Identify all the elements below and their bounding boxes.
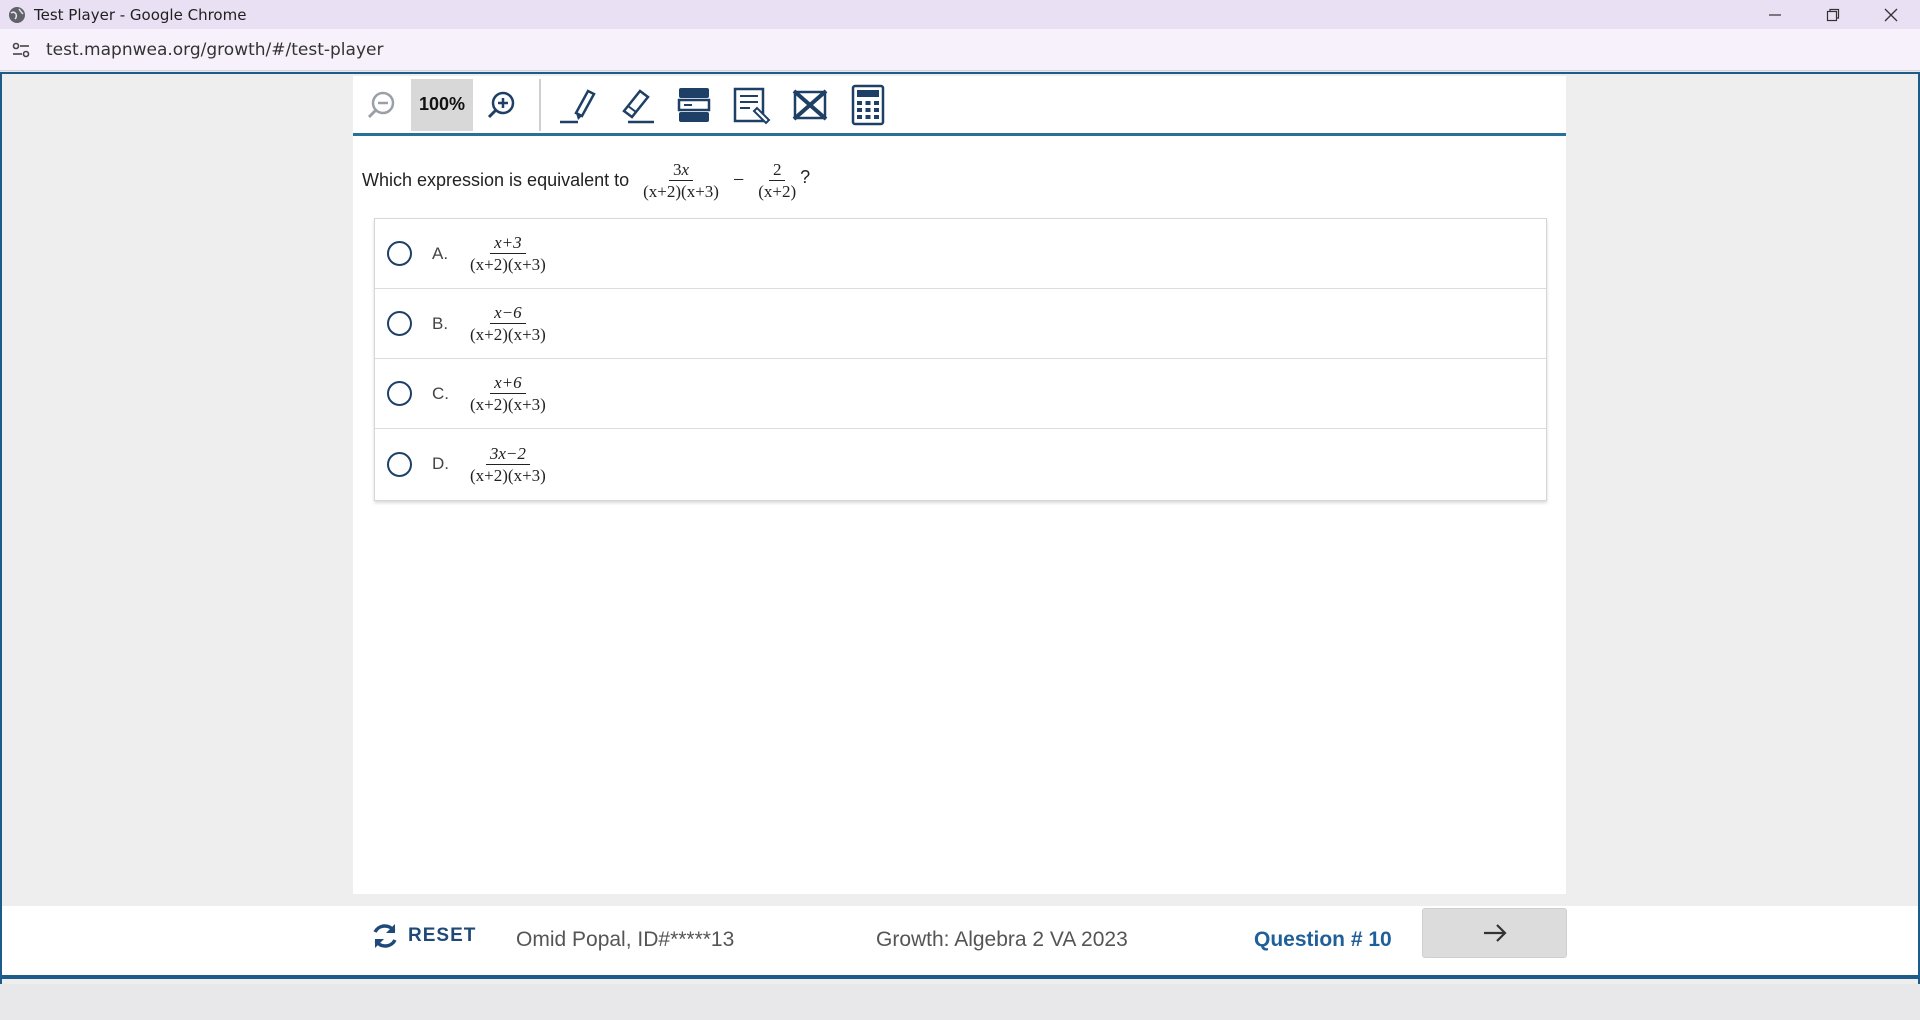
minimize-button[interactable] bbox=[1746, 0, 1804, 29]
choice-numerator: x+6 bbox=[490, 373, 526, 394]
highlighter-button[interactable] bbox=[549, 76, 607, 134]
radio-button[interactable] bbox=[387, 241, 412, 266]
url-text[interactable]: test.mapnwea.org/growth/#/test-player bbox=[46, 40, 383, 60]
radio-button[interactable] bbox=[387, 311, 412, 336]
choice-letter: A. bbox=[432, 243, 449, 263]
choice-denominator: (x+2)(x+3) bbox=[470, 325, 546, 344]
window-title: Test Player - Google Chrome bbox=[34, 5, 247, 24]
refresh-icon bbox=[373, 924, 397, 948]
next-button[interactable] bbox=[1422, 908, 1567, 958]
stem-fraction-2-numerator: 2 bbox=[768, 160, 786, 181]
student-info: Omid Popal, ID#*****13 bbox=[516, 928, 735, 951]
test-name: Growth: Algebra 2 VA 2023 bbox=[876, 928, 1128, 951]
calculator-icon bbox=[851, 84, 885, 125]
choice-fraction: x−6 (x+2)(x+3) bbox=[466, 303, 550, 344]
question-prompt: Which expression is equivalent to bbox=[362, 170, 630, 190]
arrow-right-icon bbox=[1483, 924, 1507, 942]
choice-a[interactable]: A. x+3 (x+2)(x+3) bbox=[375, 219, 1546, 289]
line-reader-button[interactable] bbox=[665, 76, 723, 134]
choice-b[interactable]: B. x−6 (x+2)(x+3) bbox=[375, 289, 1546, 359]
choice-numerator: x+3 bbox=[490, 233, 526, 254]
notepad-icon bbox=[733, 87, 771, 124]
tool-bar: 100% bbox=[353, 76, 1566, 136]
address-bar: test.mapnwea.org/growth/#/test-player bbox=[0, 29, 1920, 71]
choice-denominator: (x+2)(x+3) bbox=[470, 465, 546, 485]
globe-icon bbox=[9, 6, 25, 23]
choice-denominator: (x+2)(x+3) bbox=[470, 395, 546, 414]
zoom-in-icon bbox=[487, 91, 515, 118]
choice-c[interactable]: C. x+6 (x+2)(x+3) bbox=[375, 359, 1546, 429]
radio-button[interactable] bbox=[387, 381, 412, 406]
test-footer: RESET Omid Popal, ID#*****13 Growth: Alg… bbox=[2, 906, 1918, 979]
choice-numerator: 3x−2 bbox=[485, 444, 530, 465]
reset-button[interactable]: RESET bbox=[370, 921, 476, 951]
answer-eliminator-icon bbox=[792, 88, 828, 121]
choice-d[interactable]: D. 3x−2 (x+2)(x+3) bbox=[375, 429, 1546, 499]
site-settings-icon[interactable] bbox=[10, 39, 32, 61]
zoom-out-button[interactable] bbox=[353, 76, 411, 134]
stem-fraction-1: 3x (x+2)(x+3) bbox=[639, 160, 723, 201]
choice-fraction: x+3 (x+2)(x+3) bbox=[466, 233, 550, 274]
close-icon bbox=[1884, 8, 1898, 21]
line-reader-icon bbox=[677, 87, 711, 122]
question-stem: Which expression is equivalent to 3x (x+… bbox=[362, 160, 810, 201]
minus-operator: − bbox=[732, 169, 745, 191]
choice-letter: C. bbox=[432, 383, 449, 403]
choice-numerator: x−6 bbox=[490, 303, 526, 324]
stem-fraction-1-coef: 3 bbox=[673, 160, 682, 179]
reset-label: RESET bbox=[408, 925, 477, 946]
eraser-button[interactable] bbox=[607, 76, 665, 134]
restore-button[interactable] bbox=[1804, 0, 1862, 29]
answer-choices: A. x+3 (x+2)(x+3) B. x−6 (x+2)(x+3) C. x… bbox=[374, 218, 1547, 501]
close-window-button[interactable] bbox=[1862, 0, 1920, 29]
eraser-icon bbox=[622, 88, 654, 123]
zoom-out-icon bbox=[367, 91, 395, 118]
choice-fraction: 3x−2 (x+2)(x+3) bbox=[466, 444, 550, 485]
browser-title-bar: Test Player - Google Chrome bbox=[0, 0, 1920, 29]
zoom-in-button[interactable] bbox=[473, 76, 531, 134]
toolbar-divider bbox=[539, 78, 541, 131]
radio-button[interactable] bbox=[387, 451, 412, 477]
stem-fraction-1-denominator: (x+2)(x+3) bbox=[643, 182, 719, 201]
restore-icon bbox=[1826, 8, 1840, 21]
choice-letter: D. bbox=[432, 454, 449, 473]
calculator-button[interactable] bbox=[839, 76, 897, 134]
minimize-icon bbox=[1769, 13, 1781, 16]
highlighter-icon bbox=[560, 88, 596, 123]
answer-eliminator-button[interactable] bbox=[781, 76, 839, 134]
choice-letter: B. bbox=[432, 313, 449, 333]
zoom-level: 100% bbox=[411, 78, 473, 131]
choice-denominator: (x+2)(x+3) bbox=[470, 255, 546, 274]
stem-fraction-1-var: x bbox=[681, 160, 690, 179]
stem-fraction-2-denominator: (x+2) bbox=[758, 182, 797, 201]
stem-fraction-2: 2 (x+2) bbox=[754, 160, 800, 201]
notepad-button[interactable] bbox=[723, 76, 781, 134]
choice-fraction: x+6 (x+2)(x+3) bbox=[466, 373, 550, 414]
question-number: Question # 10 bbox=[1254, 928, 1392, 951]
question-mark: ? bbox=[800, 167, 811, 187]
